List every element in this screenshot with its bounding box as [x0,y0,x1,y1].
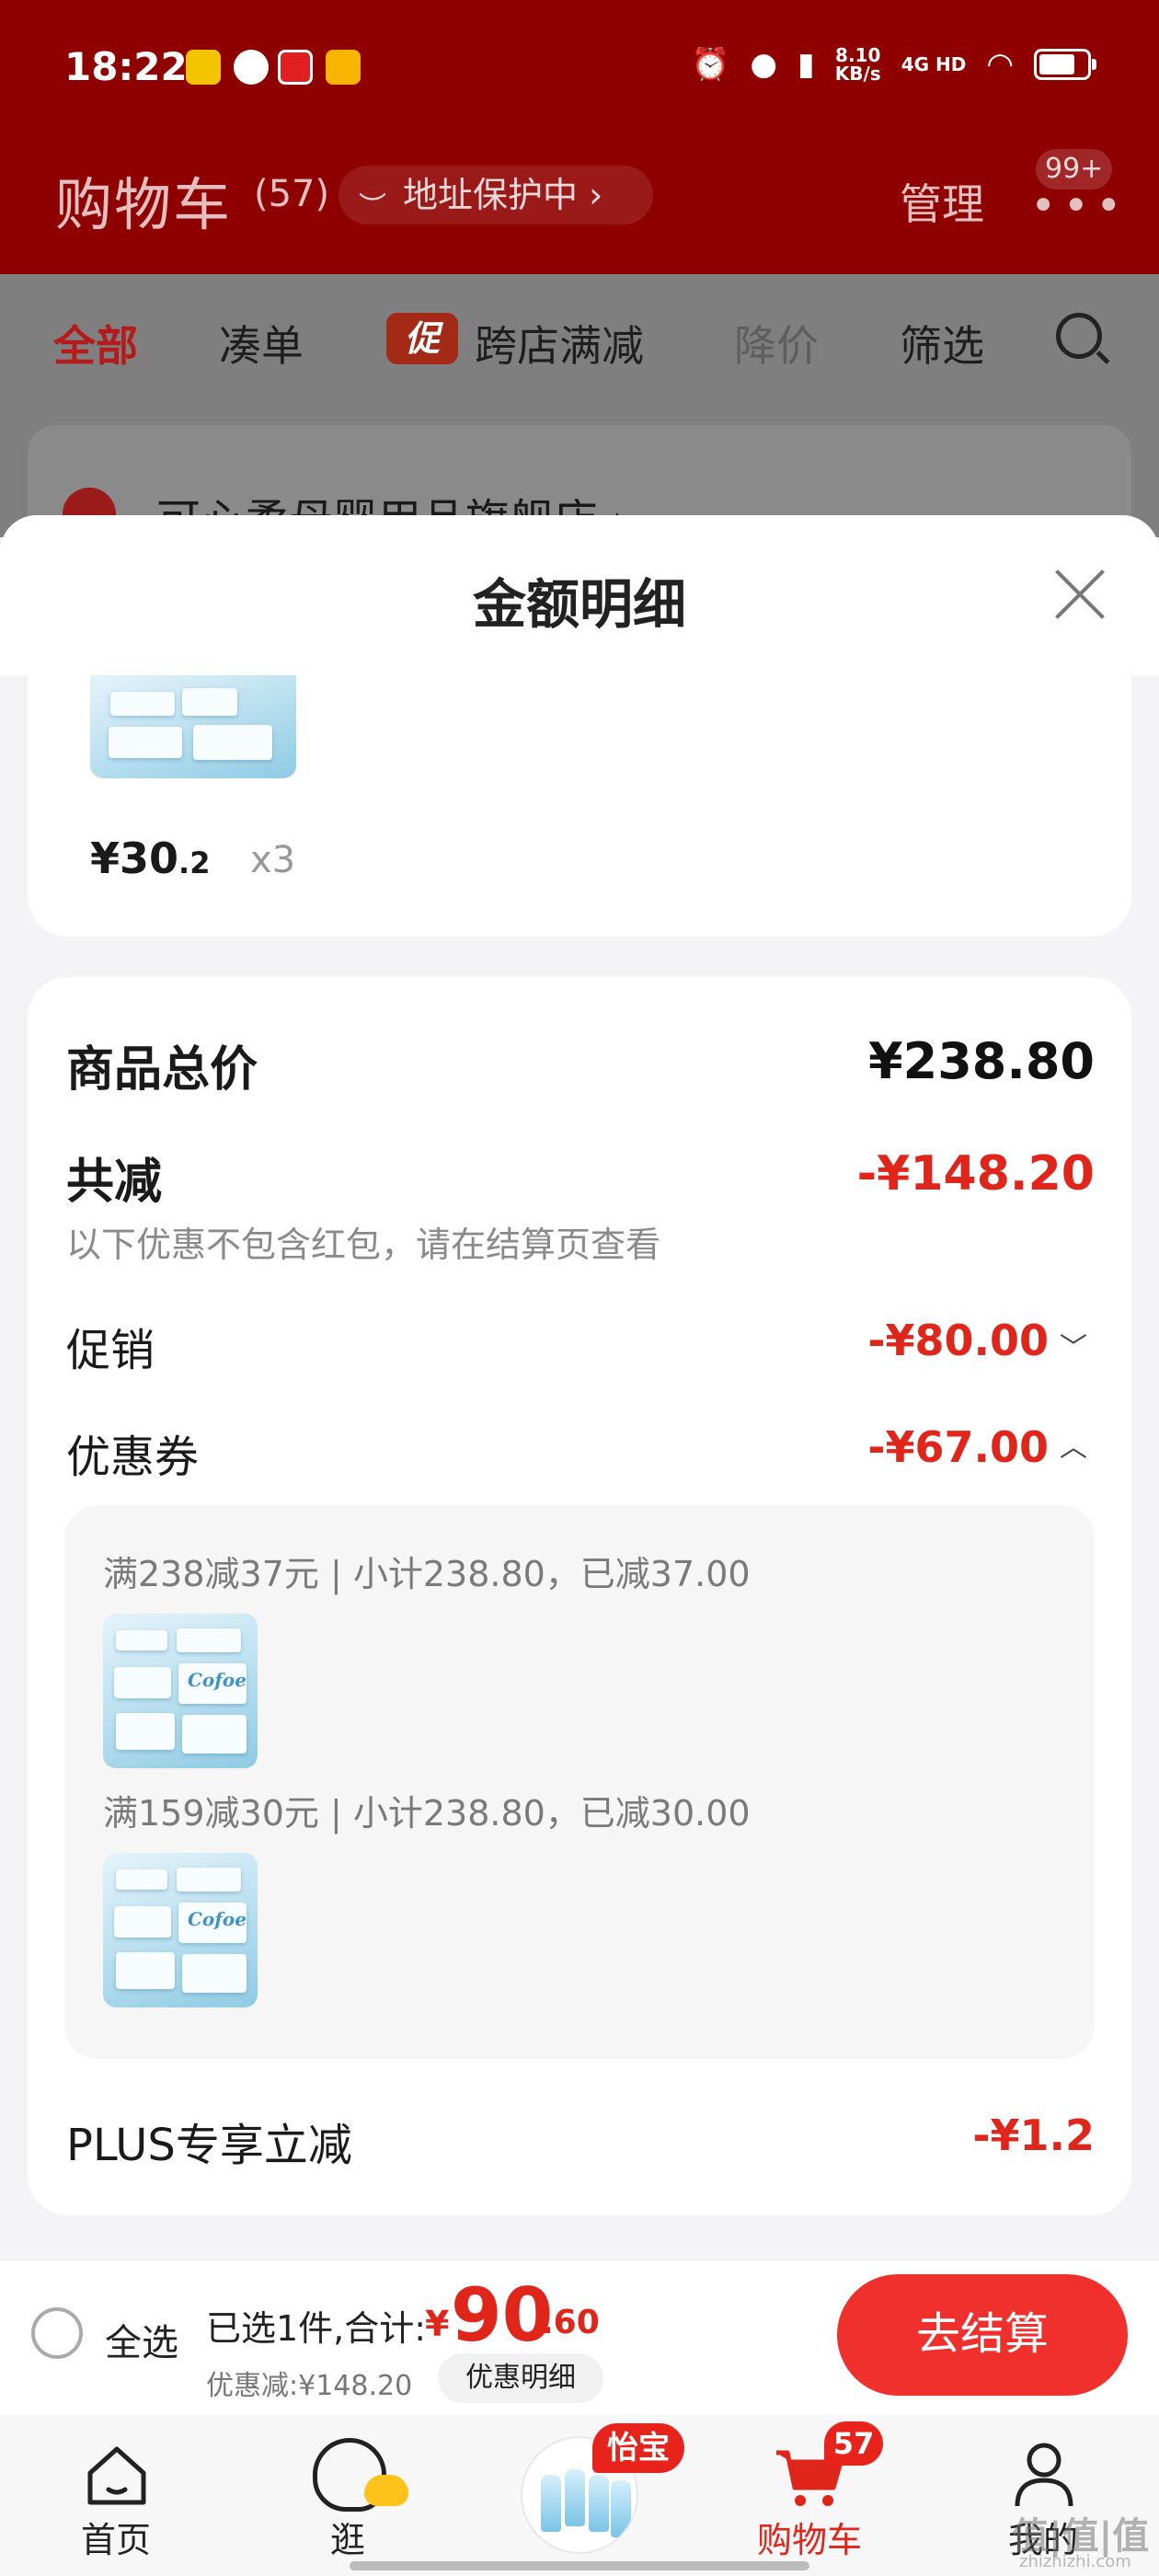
cart-badge: 57 [824,2421,883,2466]
nav-stroll-label[interactable]: 逛 [274,2512,421,2562]
home-icon[interactable] [83,2442,151,2508]
total-amount-integer: 90 [451,2272,554,2358]
total-price-value: ¥238.80 [868,1032,1095,1090]
total-amount-decimal: .60 [541,2304,600,2341]
promotion-label: 促销 [66,1325,155,1376]
coupon-label: 优惠券 [66,1432,200,1483]
total-price-label: 商品总价 [66,1042,258,1098]
cart-count: (57) [254,173,330,215]
eye-closed-icon: ︶ [359,191,386,224]
selected-summary: 已选1件,合计: [206,2308,427,2349]
item-quantity: x3 [250,839,296,881]
yibao-badge: 怡宝 [592,2423,684,2473]
discount-detail-button[interactable]: 优惠明细 [438,2353,603,2403]
vibrate-icon: ▮ [798,46,815,83]
item-price: ¥30.2 [90,834,211,883]
home-indicator [350,2561,809,2570]
wifi-icon: ◠ [986,46,1014,83]
message-bubble-icon [234,50,269,85]
location-icon: ● [750,46,778,83]
select-all-label[interactable]: 全选 [105,2313,178,2366]
tab-filter[interactable]: 筛选 [900,313,984,374]
promotion-value[interactable]: -¥80.00 [867,1316,1049,1365]
select-all-checkbox[interactable] [31,2307,83,2359]
coupon-line: 满238减37元 | 小计238.80，已减37.00 [103,1554,751,1594]
close-icon[interactable] [1050,565,1109,624]
sheet-title: 金额明细 [472,573,686,636]
page-title: 购物车 [55,171,233,238]
notification-app-icon [186,50,221,85]
battery-icon [1034,49,1096,80]
plus-discount-label: PLUS专享立减 [66,2120,352,2171]
site-watermark-url: zhizhizhi.com [1019,2552,1131,2571]
chevron-up-icon[interactable]: ︿ [1060,1424,1087,1465]
reduction-note: 以下优惠不包含红包，请在结算页查看 [66,1225,661,1265]
signal-icon: 4G HD [901,53,967,75]
discount-summary: 优惠减:¥148.20 [206,2370,413,2402]
address-protection-pill[interactable]: ︶ 地址保护中 › [339,166,653,224]
nav-home-label[interactable]: 首页 [42,2512,189,2562]
weibo-icon [326,50,361,85]
total-reduction-value: -¥148.20 [856,1146,1095,1202]
alarm-icon: ⏰ [691,46,730,83]
manage-button[interactable]: 管理 [900,171,984,232]
coupon-line: 满159减30元 | 小计238.80，已减30.00 [103,1793,751,1834]
coupon-value[interactable]: -¥67.00 [867,1422,1049,1472]
tab-combine-order[interactable]: 凑单 [219,313,304,374]
checkout-button[interactable]: 去结算 [837,2274,1128,2396]
notification-shop-icon [278,50,313,85]
total-reduction-label: 共减 [66,1155,163,1210]
search-icon[interactable] [1056,313,1102,359]
messages-badge: 99+ [1036,149,1113,190]
product-image [90,675,296,778]
tab-all[interactable]: 全部 [53,313,138,374]
status-time: 18:22 [64,44,188,89]
net-speed: 8.10 KB/s [834,44,881,85]
coupon-product-image: Cofoe [103,1853,258,2007]
profile-icon[interactable] [1010,2438,1078,2510]
tab-cross-store-discount[interactable]: 跨店满减 [475,313,644,374]
coupon-product-image: Cofoe [103,1614,258,1768]
plus-discount-value: -¥1.2 [972,2110,1095,2160]
tab-price-drop[interactable]: 降价 [734,313,819,374]
duck-icon [364,2475,408,2506]
store-name[interactable]: 可心柔母婴用品旗舰店 › [156,484,800,515]
status-icons: ⏰ ● ▮ 8.10 KB/s 4G HD ◠ [691,44,1096,85]
total-currency: ¥ [425,2304,450,2344]
chevron-down-icon[interactable]: ﹀ [1060,1325,1087,1365]
promo-badge: 促 [386,313,458,364]
nav-cart-label[interactable]: 购物车 [736,2512,883,2562]
